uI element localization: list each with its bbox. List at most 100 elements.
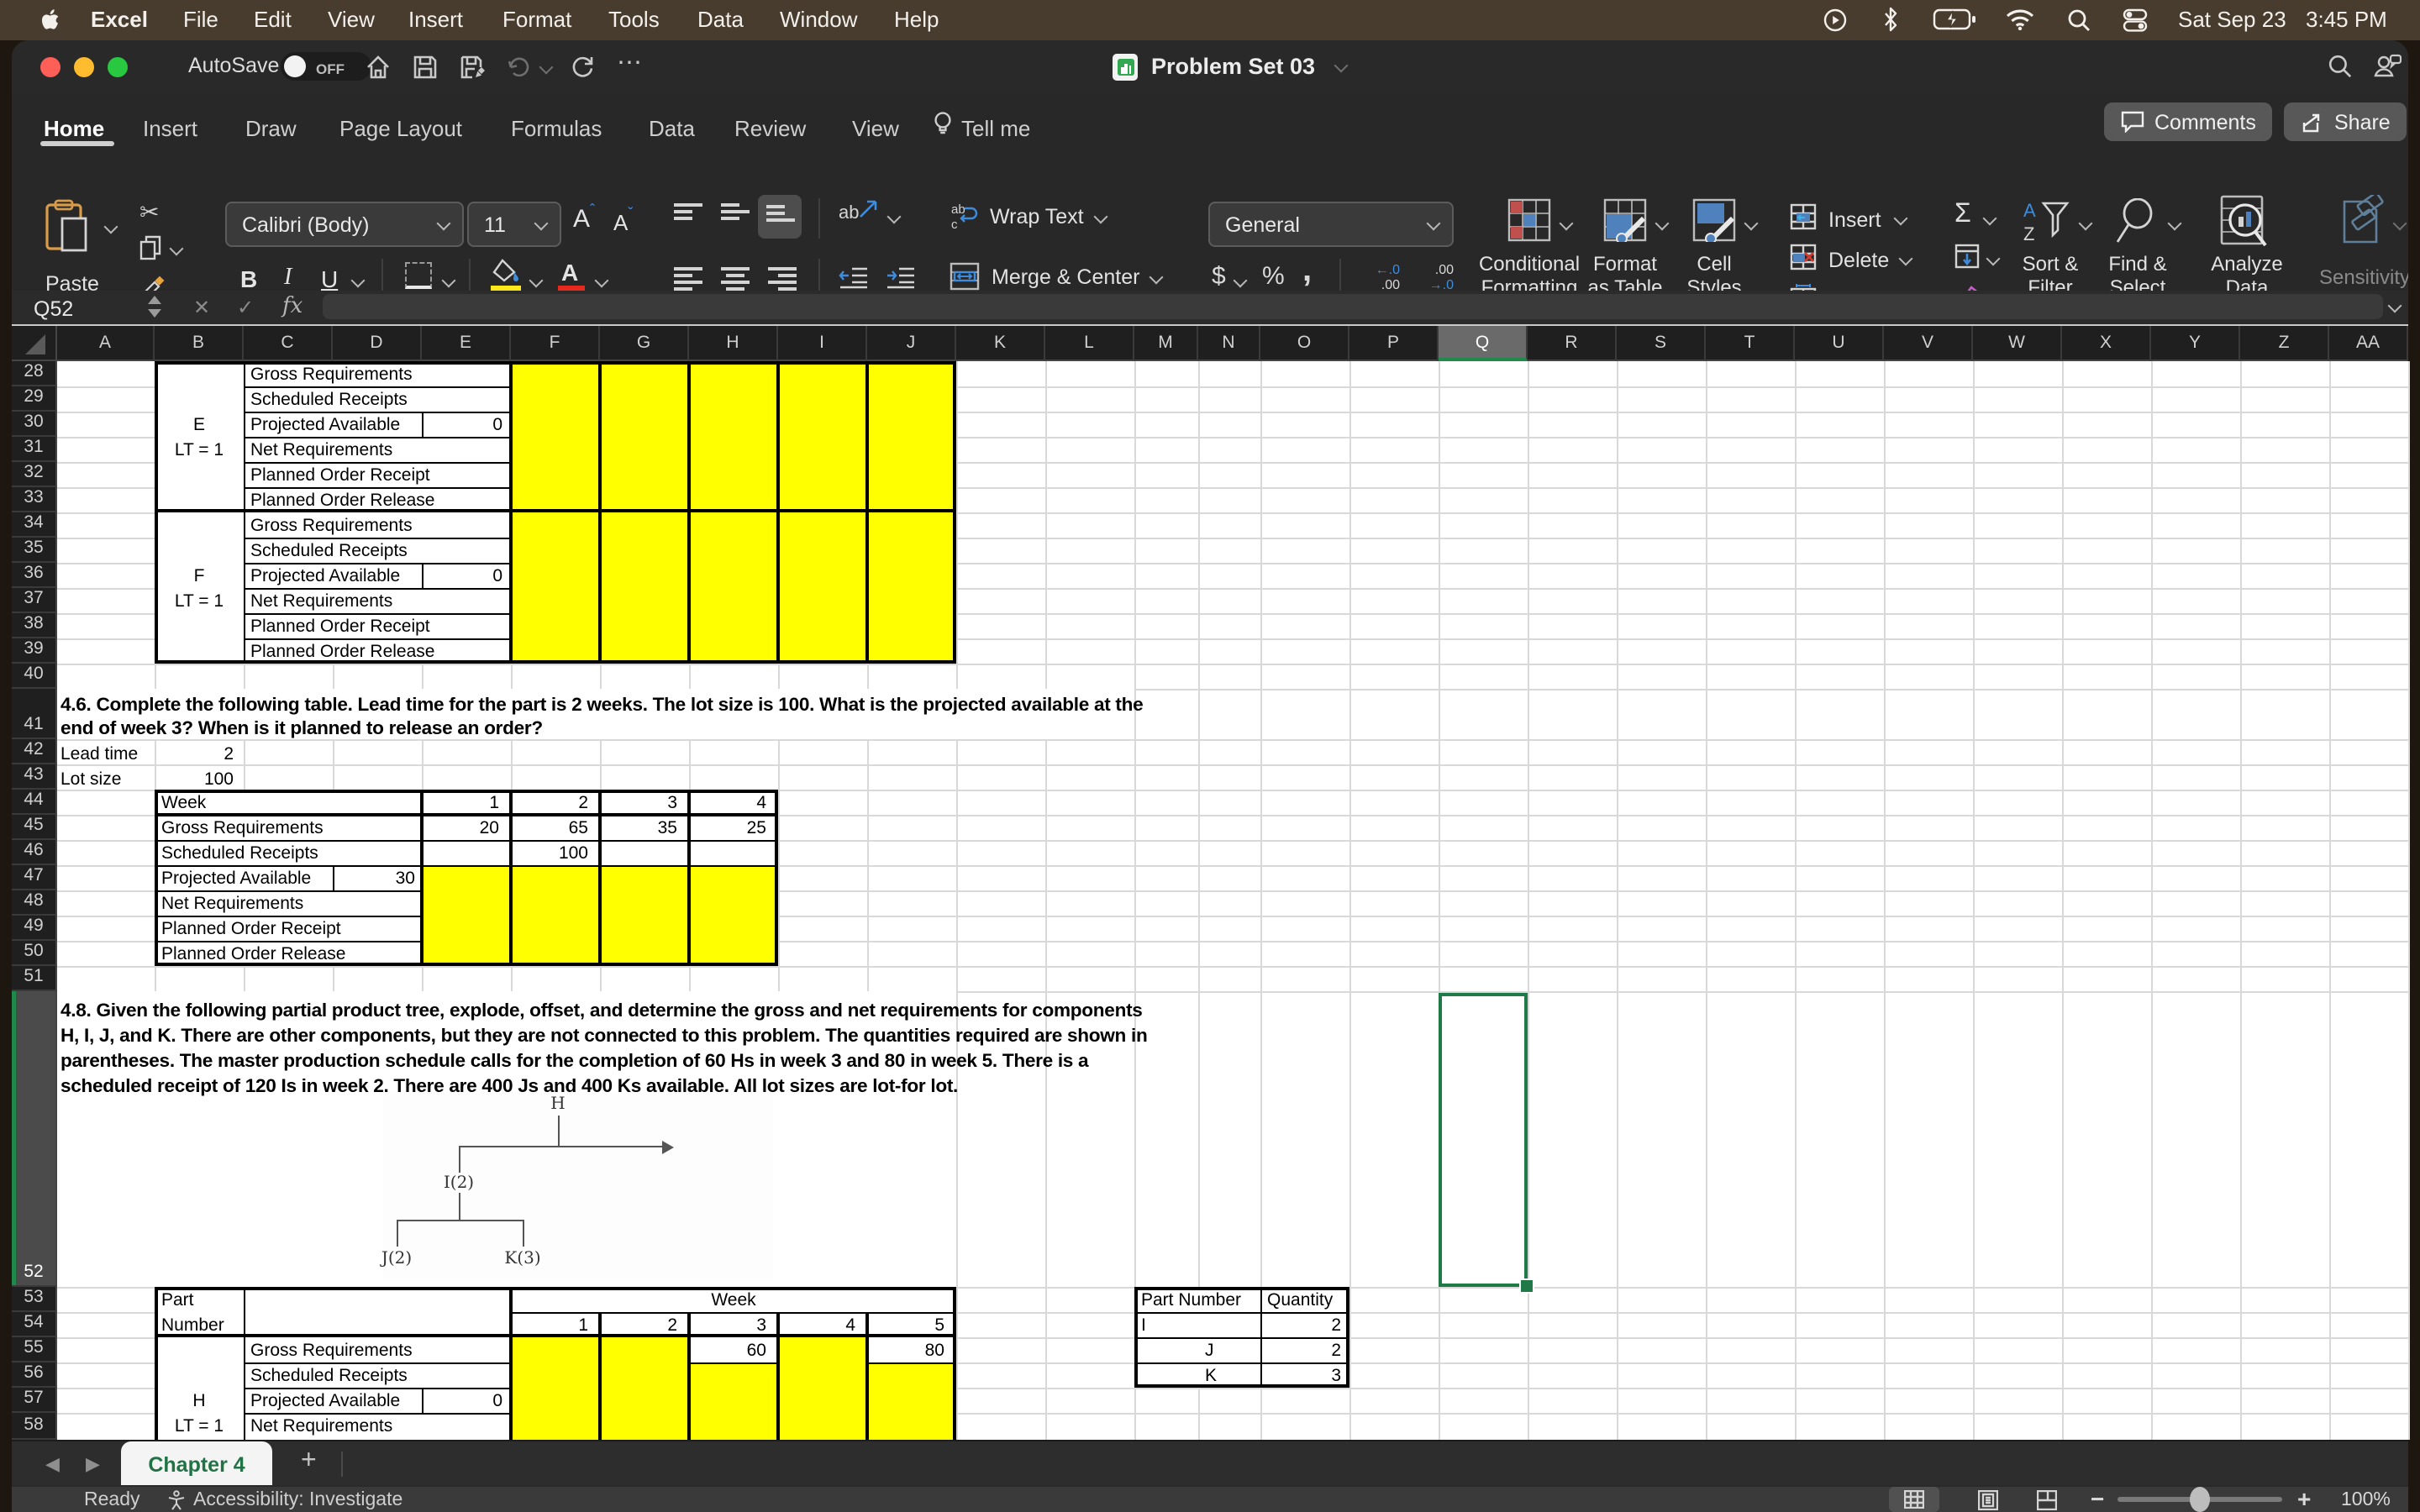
cell-sched-2[interactable]: 100 [514,845,588,863]
comma-button[interactable]: , [1302,252,1312,291]
row-header-57[interactable]: 57 [12,1388,57,1413]
cell-qty-k[interactable]: 3 [1267,1368,1341,1385]
cell-label[interactable]: Projected Available [161,870,311,888]
cell-label[interactable]: Projected Available [250,1393,400,1410]
conditional-formatting-icon[interactable] [1507,198,1551,242]
row-header-50[interactable]: 50 [12,941,57,966]
cell-week-4[interactable]: 4 [692,795,766,812]
sort-filter-chevron[interactable] [2079,217,2093,231]
wifi-icon[interactable] [2005,8,2035,30]
align-right-button[interactable] [768,267,797,291]
tab-draw[interactable]: Draw [245,116,297,141]
cell-label[interactable]: Scheduled Receipts [161,845,318,863]
prev-sheet-arrow[interactable]: ◀ [45,1453,60,1475]
cell-value[interactable]: 0 [425,568,502,585]
cell-qty-i[interactable]: 2 [1267,1317,1341,1335]
cell-gross-4[interactable]: 25 [692,820,766,837]
sheet-tab-chapter-4[interactable]: Chapter 4 [121,1441,272,1487]
column-header-C[interactable]: C [244,326,333,361]
menu-file[interactable]: File [183,7,218,32]
menu-excel[interactable]: Excel [91,7,148,32]
row-header-49[interactable]: 49 [12,916,57,941]
document-title-chevron[interactable] [1334,59,1349,73]
tab-insert[interactable]: Insert [143,116,197,141]
cut-icon[interactable]: ✂ [139,198,159,227]
share-feedback-icon[interactable] [2373,52,2402,81]
insert-function-icon[interactable]: fx [282,294,302,319]
row-header-42[interactable]: 42 [12,739,57,764]
save-icon[interactable] [412,54,439,81]
accessibility-icon[interactable] [166,1490,187,1510]
cell-week-header[interactable]: Week [511,1292,956,1310]
cell-label[interactable]: Net Requirements [161,895,303,913]
normal-view-button[interactable] [1889,1487,1939,1512]
currency-chevron[interactable] [1234,274,1248,288]
column-header-AA[interactable]: AA [2329,326,2408,361]
save-as-icon[interactable] [459,54,487,81]
cell-lead-time-label[interactable]: Lead time [60,746,138,764]
autosum-chevron[interactable] [1983,212,1997,226]
insert-cells-chevron[interactable] [1894,212,1908,226]
add-sheet-button[interactable]: + [301,1446,317,1477]
zoom-slider-thumb[interactable] [2190,1487,2210,1512]
apple-menu-icon[interactable] [40,8,62,32]
comments-button[interactable]: Comments [2104,102,2273,141]
document-title[interactable]: Problem Set 03 [1151,54,1315,79]
cell-label[interactable]: Gross Requirements [250,366,413,384]
row-header-55[interactable]: 55 [12,1337,57,1362]
cell-label[interactable]: Planned Order Release [250,643,434,661]
delete-cells-icon[interactable] [1790,244,1817,270]
menu-format[interactable]: Format [502,7,571,32]
column-header-M[interactable]: M [1134,326,1198,361]
row-header-32[interactable]: 32 [12,462,57,487]
menu-bar-date[interactable]: Sat Sep 23 [2178,7,2286,32]
cell-week-1[interactable]: 1 [514,1317,588,1335]
cell-label[interactable]: Gross Requirements [161,820,324,837]
column-header-B[interactable]: B [155,326,244,361]
cell-lt-f[interactable]: LT = 1 [155,593,244,611]
column-header-J[interactable]: J [867,326,956,361]
row-header-46[interactable]: 46 [12,840,57,865]
tab-review[interactable]: Review [734,116,806,141]
shrink-font-button[interactable]: Aˇ [613,205,633,235]
cell-lt-h[interactable]: LT = 1 [155,1418,244,1436]
cell-part-k[interactable]: K [1205,1368,1217,1385]
part-quantity-table[interactable]: Part Number Quantity I 2 J 2 K 3 [1134,1287,1349,1388]
row-header-47[interactable]: 47 [12,865,57,890]
decrease-indent-icon[interactable] [839,265,869,289]
row-header-52[interactable]: 52 [12,991,57,1287]
font-size-select[interactable]: 11 [467,202,561,247]
fill-down-chevron[interactable] [1986,252,2001,266]
underline-button[interactable]: U [321,265,338,292]
number-format-select[interactable]: General [1208,202,1454,247]
cell-gross-3[interactable]: 35 [603,820,677,837]
cell-label[interactable]: Scheduled Receipts [250,543,408,560]
column-header-W[interactable]: W [1973,326,2062,361]
column-header-E[interactable]: E [422,326,511,361]
cell-week-1[interactable]: 1 [425,795,499,812]
selection-fill-handle[interactable] [1519,1278,1534,1294]
close-window-button[interactable] [40,57,60,77]
redo-icon[interactable] [570,54,595,79]
merge-center-button[interactable]: Merge & Center [950,262,1161,291]
cell-week-3[interactable]: 3 [692,1317,766,1335]
row-header-36[interactable]: 36 [12,563,57,588]
mrp-table-46[interactable]: Week 1 2 3 4 Gross Requirements 20 65 35… [155,790,778,966]
row-header-48[interactable]: 48 [12,890,57,916]
bold-button[interactable]: B [240,265,257,292]
conditional-formatting-chevron[interactable] [1560,217,1574,231]
cell-label[interactable]: Projected Available [250,417,400,434]
font-color-chevron[interactable] [595,274,609,288]
row-header-39[interactable]: 39 [12,638,57,664]
row-header-58[interactable]: 58 [12,1413,57,1440]
share-button[interactable]: Share [2284,102,2407,141]
selected-cell-q52[interactable] [1439,993,1528,1287]
cell-part-j[interactable]: J [1205,1342,1214,1360]
cell-lead-time-value[interactable]: 2 [158,746,234,764]
cell-week-5[interactable]: 5 [871,1317,944,1335]
menu-insert[interactable]: Insert [408,7,463,32]
column-header-I[interactable]: I [778,326,867,361]
bluetooth-icon[interactable] [1882,7,1899,32]
find-select-chevron[interactable] [2168,217,2182,231]
format-as-table-chevron[interactable] [1655,217,1670,231]
